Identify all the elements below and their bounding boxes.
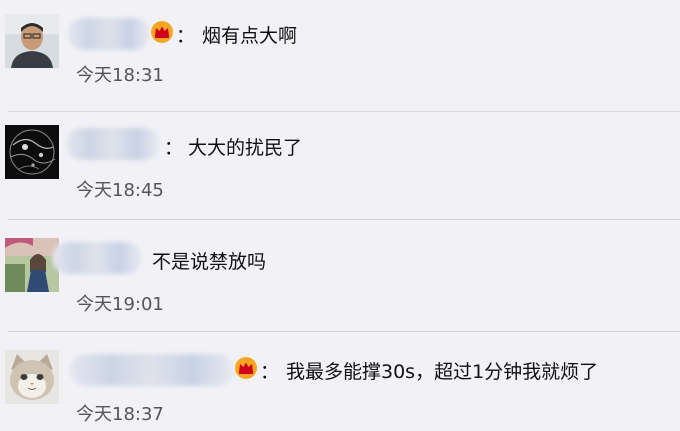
comment-text: 大大的扰民了 (188, 137, 303, 159)
comment-timestamp: 今天18:45 (76, 180, 164, 201)
comment-text: 烟有点大啊 (202, 25, 298, 47)
avatar[interactable] (5, 14, 59, 68)
comment-timestamp: 今天18:37 (76, 404, 164, 425)
comment-text: 我最多能撑30s，超过1分钟我就烦了 (286, 361, 599, 383)
avatar[interactable] (5, 125, 59, 179)
avatar[interactable] (5, 238, 59, 292)
username-blurred[interactable] (68, 18, 150, 50)
avatar[interactable] (5, 350, 59, 404)
comment-item: 不是说禁放吗 今天19:01 (0, 220, 680, 332)
username-blurred[interactable] (70, 354, 234, 386)
comment-separator: ： (176, 25, 196, 47)
username-blurred[interactable] (52, 242, 142, 274)
comment-separator: ： (260, 361, 280, 383)
comment-item: ： 烟有点大啊 今天18:31 (0, 0, 680, 112)
comment-separator: ： (164, 137, 184, 159)
comment-list: ： 烟有点大啊 今天18:31 ： 大大的扰民了 今天18:45 不是说禁放吗 … (0, 0, 680, 431)
comment-timestamp: 今天18:31 (76, 65, 164, 86)
comment-timestamp: 今天19:01 (76, 294, 164, 315)
comment-item: ： 大大的扰民了 今天18:45 (0, 108, 680, 220)
comment-text: 不是说禁放吗 (152, 251, 267, 273)
comment-item: ： 我最多能撑30s，超过1分钟我就烦了 今天18:37 (0, 332, 680, 431)
username-blurred[interactable] (66, 128, 160, 160)
vip-crown-icon (235, 357, 257, 379)
vip-crown-icon (151, 21, 173, 43)
